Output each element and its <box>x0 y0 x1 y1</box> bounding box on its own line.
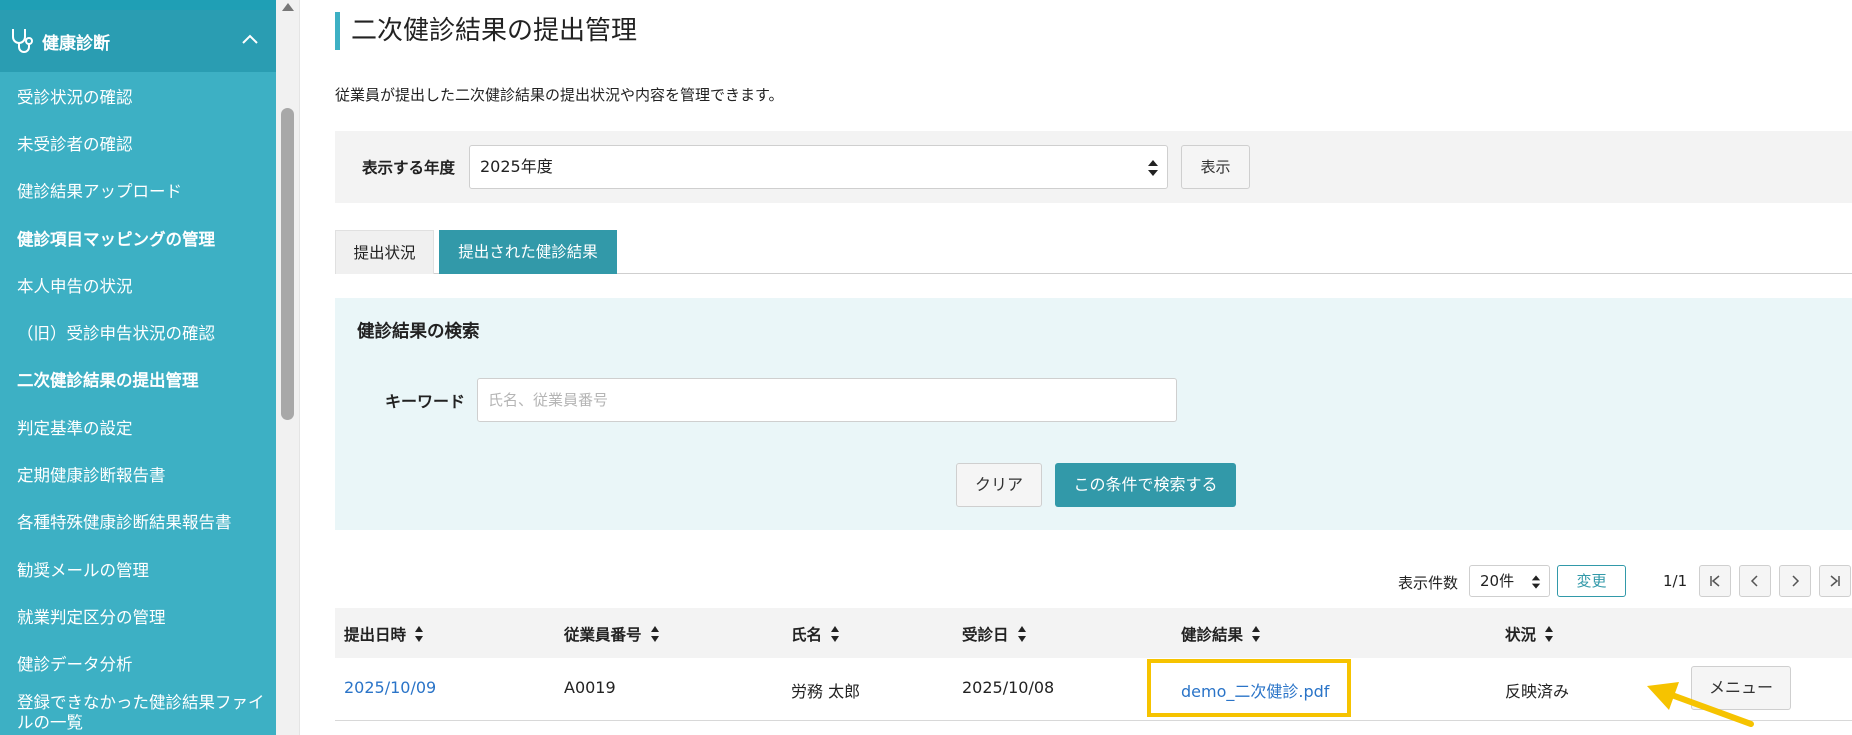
show-button[interactable]: 表示 <box>1181 145 1250 189</box>
result-file-link[interactable]: demo_二次健診.pdf <box>1181 678 1329 702</box>
first-page-button[interactable] <box>1699 565 1731 597</box>
tab-submission-status[interactable]: 提出状況 <box>335 230 434 274</box>
change-button[interactable]: 変更 <box>1557 565 1626 597</box>
column-header-submitted[interactable]: 提出日時 <box>344 623 424 645</box>
sidebar-item[interactable]: 就業判定区分の管理 <box>0 592 276 639</box>
annotation-arrow-icon <box>1647 682 1754 727</box>
column-header-employee-no[interactable]: 従業員番号 <box>564 623 660 645</box>
sidebar-item[interactable]: 二次健診結果の提出管理 <box>0 356 276 403</box>
sidebar-section-label: 健康診断 <box>42 33 110 54</box>
sort-icon <box>650 626 659 642</box>
pager-row: 表示件数 20件 変更 1/1 <box>301 564 1852 598</box>
last-page-icon <box>1830 575 1840 587</box>
sort-icon <box>1545 626 1554 642</box>
column-label: 提出日時 <box>344 626 407 644</box>
chevron-up-icon[interactable] <box>240 30 260 50</box>
sidebar-item[interactable]: 各種特殊健康診断結果報告書 <box>0 498 276 545</box>
per-page-label: 表示件数 <box>1398 574 1459 592</box>
exam-date-cell: 2025/10/08 <box>962 678 1055 697</box>
stethoscope-icon <box>12 29 33 53</box>
sort-icon <box>1252 626 1261 642</box>
chevron-right-icon <box>1792 575 1800 587</box>
search-title: 健診結果の検索 <box>357 322 480 342</box>
keyword-input[interactable] <box>477 378 1177 422</box>
year-select[interactable]: 2025年度 <box>469 145 1168 189</box>
sidebar: 健康診断 受診状況の確認 未受診者の確認 健診結果アップロード 健診項目マッピングの管… <box>0 0 276 735</box>
select-updown-icon <box>1148 160 1158 176</box>
sidebar-item[interactable]: 本人申告の状況 <box>0 261 276 308</box>
year-filter-panel: 表示する年度 2025年度 表示 <box>335 131 1852 203</box>
column-header-exam-date[interactable]: 受診日 <box>962 623 1027 645</box>
sidebar-item[interactable]: （旧）受診申告状況の確認 <box>0 308 276 355</box>
keyword-label: キーワード <box>385 392 466 411</box>
sidebar-section-health-checkup[interactable]: 健康診断 <box>0 10 276 72</box>
first-page-icon <box>1710 575 1720 587</box>
column-header-result[interactable]: 健診結果 <box>1181 623 1261 645</box>
sidebar-top-strip <box>0 0 276 10</box>
sidebar-item[interactable]: 判定基準の設定 <box>0 403 276 450</box>
sort-icon <box>1017 626 1026 642</box>
status-cell: 反映済み <box>1505 682 1570 701</box>
clear-button[interactable]: クリア <box>956 463 1042 507</box>
select-updown-icon <box>1531 575 1541 589</box>
chevron-left-icon <box>1750 575 1758 587</box>
sidebar-item[interactable]: 健診項目マッピングの管理 <box>0 214 276 261</box>
column-label: 氏名 <box>791 626 823 644</box>
page-description: 従業員が提出した二次健診結果の提出状況や内容を管理できます。 <box>335 86 784 104</box>
search-panel: 健診結果の検索 キーワード クリア この条件で検索する <box>335 298 1852 530</box>
sidebar-scrollbar[interactable] <box>276 0 300 735</box>
per-page-value: 20件 <box>1480 572 1515 590</box>
column-label: 従業員番号 <box>564 626 642 644</box>
column-label: 健診結果 <box>1181 626 1244 644</box>
column-label: 状況 <box>1505 626 1537 644</box>
scroll-up-arrow-icon[interactable] <box>280 0 296 14</box>
prev-page-button[interactable] <box>1739 565 1771 597</box>
sidebar-item[interactable]: 健診データ分析 <box>0 640 276 687</box>
next-page-button[interactable] <box>1779 565 1811 597</box>
main-content: 二次健診結果の提出管理 従業員が提出した二次健診結果の提出状況や内容を管理できま… <box>301 0 1852 735</box>
sidebar-item[interactable]: 定期健康診断報告書 <box>0 450 276 497</box>
tab-bar: 提出状況 提出された健診結果 <box>335 230 1852 274</box>
employee-no-cell: A0019 <box>564 678 616 697</box>
last-page-button[interactable] <box>1819 565 1851 597</box>
sidebar-item[interactable]: 登録できなかった健診結果ファイルの一覧 <box>0 687 276 735</box>
sidebar-menu: 受診状況の確認 未受診者の確認 健診結果アップロード 健診項目マッピングの管理 本人申告… <box>0 72 276 735</box>
table-row: 2025/10/09 A0019 労務 太郎 2025/10/08 demo_二… <box>335 658 1852 721</box>
column-header-status[interactable]: 状況 <box>1505 623 1554 645</box>
sidebar-item[interactable]: 勧奨メールの管理 <box>0 545 276 592</box>
page-info: 1/1 <box>1663 572 1688 590</box>
column-header-name[interactable]: 氏名 <box>791 623 840 645</box>
search-button[interactable]: この条件で検索する <box>1055 463 1236 507</box>
page-title: 二次健診結果の提出管理 <box>335 12 637 50</box>
sidebar-item[interactable]: 未受診者の確認 <box>0 119 276 166</box>
sidebar-item[interactable]: 受診状況の確認 <box>0 72 276 119</box>
sidebar-item[interactable]: 健診結果アップロード <box>0 167 276 214</box>
table-header: 提出日時 従業員番号 氏名 受診日 健診結果 状況 <box>335 608 1852 658</box>
scroll-thumb[interactable] <box>281 108 294 420</box>
sort-icon <box>415 626 424 642</box>
year-label: 表示する年度 <box>362 159 456 177</box>
year-selected-value: 2025年度 <box>480 157 553 176</box>
per-page-select[interactable]: 20件 <box>1469 565 1550 597</box>
tab-submitted-results[interactable]: 提出された健診結果 <box>439 230 617 274</box>
submitted-date-link[interactable]: 2025/10/09 <box>344 678 436 697</box>
sort-icon <box>831 626 840 642</box>
name-cell: 労務 太郎 <box>791 682 861 701</box>
column-label: 受診日 <box>962 626 1009 644</box>
